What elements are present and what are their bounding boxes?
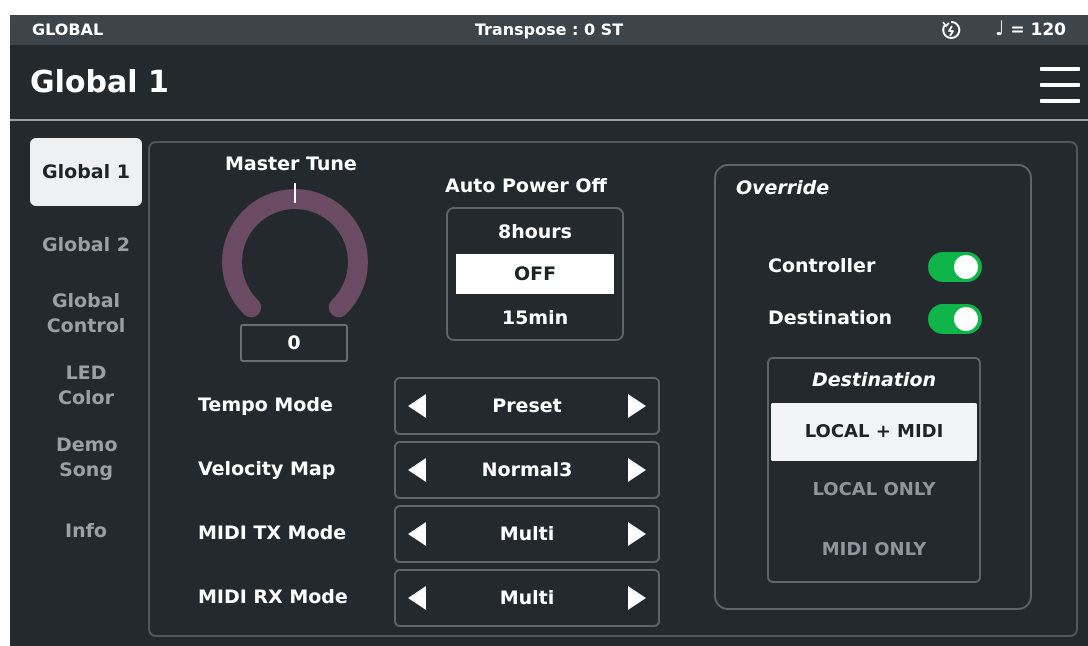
tempo-mode-value: Preset [492, 395, 562, 417]
menu-bar [1040, 99, 1080, 103]
arrow-right-icon[interactable] [628, 522, 646, 546]
sidebar-item-demo-song[interactable]: Demo Song [30, 433, 142, 483]
sidebar-item-global-1[interactable]: Global 1 [30, 138, 142, 206]
knob-track [222, 189, 368, 318]
arrow-right-icon[interactable] [628, 394, 646, 418]
toggle-knob [954, 307, 978, 331]
destination-option[interactable]: LOCAL ONLY [771, 479, 977, 500]
power-clock-icon [940, 19, 962, 41]
destination-selector: Destination LOCAL + MIDI LOCAL ONLY MIDI… [767, 357, 981, 583]
velocity-map-label: Velocity Map [198, 458, 336, 480]
auto-power-option-selected[interactable]: OFF [456, 254, 614, 294]
controller-toggle-label: Controller [768, 255, 876, 277]
destination-option[interactable]: MIDI ONLY [771, 539, 977, 560]
header-divider [10, 119, 1088, 121]
master-tune-value[interactable]: 0 [240, 324, 348, 362]
status-bar: GLOBAL Transpose : 0 ST ♩ = 120 [10, 15, 1088, 45]
tempo-mode-label: Tempo Mode [198, 394, 333, 416]
arrow-right-icon[interactable] [628, 586, 646, 610]
toggle-knob [954, 255, 978, 279]
auto-power-option[interactable]: 8hours [448, 221, 622, 243]
velocity-map-selector: Normal3 [394, 441, 660, 499]
midi-rx-mode-label: MIDI RX Mode [198, 586, 348, 608]
override-title: Override [736, 177, 830, 199]
midi-rx-mode-selector: Multi [394, 569, 660, 627]
sidebar-item-info[interactable]: Info [30, 519, 142, 544]
destination-toggle-label: Destination [768, 307, 893, 329]
transpose-indicator: Transpose : 0 ST [474, 20, 624, 39]
midi-tx-mode-label: MIDI TX Mode [198, 522, 347, 544]
menu-bar [1040, 83, 1080, 87]
auto-power-option[interactable]: 15min [448, 307, 622, 329]
controller-toggle[interactable] [928, 252, 982, 282]
tempo-mode-selector: Preset [394, 377, 660, 435]
global-settings-screen: GLOBAL Transpose : 0 ST ♩ = 120 Global 1… [10, 15, 1088, 646]
sidebar-item-global-control[interactable]: Global Control [30, 289, 142, 339]
destination-toggle[interactable] [928, 304, 982, 334]
velocity-map-value: Normal3 [481, 459, 573, 481]
sidebar-item-label: Demo Song [56, 434, 118, 481]
hamburger-menu-icon[interactable] [1038, 65, 1082, 105]
page-title: Global 1 [30, 65, 169, 100]
midi-tx-mode-selector: Multi [394, 505, 660, 563]
destination-option-selected[interactable]: LOCAL + MIDI [771, 403, 977, 461]
tempo-value: = 120 [1010, 20, 1067, 40]
sidebar-item-global-2[interactable]: Global 2 [30, 233, 142, 258]
master-tune-label: Master Tune [225, 153, 357, 175]
auto-power-off-label: Auto Power Off [445, 175, 607, 197]
midi-tx-mode-value: Multi [499, 523, 555, 545]
menu-bar [1040, 67, 1080, 71]
auto-power-off-selector[interactable]: 8hours OFF 15min [446, 207, 624, 341]
midi-rx-mode-value: Multi [499, 587, 555, 609]
master-tune-knob[interactable] [220, 173, 370, 323]
sidebar-item-label: LED Color [58, 362, 114, 409]
sidebar-item-label: Global Control [46, 290, 126, 337]
sidebar-item-led-color[interactable]: LED Color [30, 361, 142, 411]
override-panel: Override Controller Destination Destinat… [714, 164, 1032, 610]
arrow-right-icon[interactable] [628, 458, 646, 482]
destination-title: Destination [811, 369, 937, 391]
tempo-indicator: ♩ = 120 [995, 16, 1067, 40]
quarter-note-icon: ♩ [995, 16, 1005, 40]
